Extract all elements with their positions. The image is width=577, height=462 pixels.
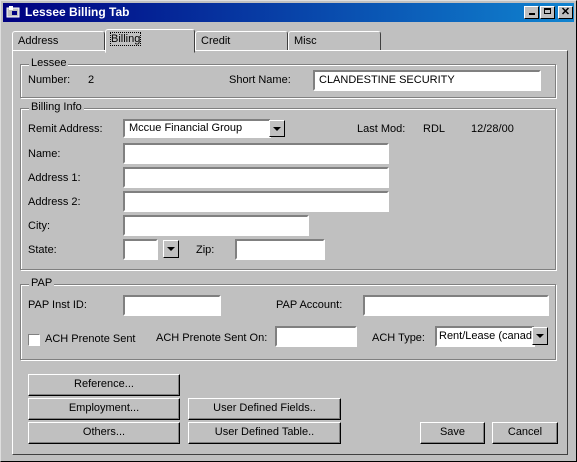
pap-account-field[interactable] xyxy=(363,295,549,316)
ach-prenote-on-label: ACH Prenote Sent On: xyxy=(156,332,268,344)
tab-billing[interactable]: Billing xyxy=(105,29,195,53)
zip-field[interactable] xyxy=(235,239,325,260)
others-button[interactable]: Others... xyxy=(28,422,180,444)
ach-type-dropdown-button[interactable] xyxy=(532,327,548,345)
title-bar: Lessee Billing Tab ✕ xyxy=(3,3,574,22)
state-dropdown-button[interactable] xyxy=(163,240,179,258)
last-mod-date: 12/28/00 xyxy=(471,123,514,135)
address2-label: Address 2: xyxy=(28,196,81,208)
name-field[interactable] xyxy=(123,143,389,164)
save-button[interactable]: Save xyxy=(420,422,485,444)
ach-prenote-label: ACH Prenote Sent xyxy=(45,333,136,345)
pap-inst-field[interactable] xyxy=(123,295,221,316)
pap-account-label: PAP Account: xyxy=(276,299,343,311)
tab-billing-label: Billing xyxy=(109,32,142,46)
state-label: State: xyxy=(28,244,57,256)
address2-field[interactable] xyxy=(123,191,389,212)
ach-type-label: ACH Type: xyxy=(372,332,425,344)
minimize-icon xyxy=(528,13,535,15)
name-label: Name: xyxy=(28,148,61,160)
remit-address-dropdown-button[interactable] xyxy=(269,120,285,137)
ach-prenote-on-field[interactable] xyxy=(275,326,357,347)
close-icon: ✕ xyxy=(560,6,571,18)
tab-misc[interactable]: Misc xyxy=(288,31,381,51)
ach-type-value: Rent/Lease (canad xyxy=(439,330,532,342)
user-defined-fields-button[interactable]: User Defined Fields.. xyxy=(188,398,341,420)
short-name-field[interactable]: CLANDESTINE SECURITY xyxy=(313,70,541,91)
zip-label: Zip: xyxy=(196,244,215,256)
employment-button[interactable]: Employment... xyxy=(28,398,180,420)
reference-button[interactable]: Reference... xyxy=(28,374,180,396)
remit-address-select[interactable]: Mccue Financial Group xyxy=(123,119,271,138)
address1-field[interactable] xyxy=(123,167,389,188)
tab-credit[interactable]: Credit xyxy=(195,31,288,51)
cancel-button-label: Cancel xyxy=(507,426,543,438)
address1-label: Address 1: xyxy=(28,172,81,184)
user-defined-table-button[interactable]: User Defined Table.. xyxy=(188,422,341,444)
state-field[interactable] xyxy=(123,239,158,260)
remit-address-value: Mccue Financial Group xyxy=(129,122,243,134)
last-mod-label: Last Mod: xyxy=(357,123,406,135)
remit-address-label: Remit Address: xyxy=(28,123,103,135)
maximize-icon xyxy=(544,8,551,14)
maximize-button[interactable] xyxy=(540,6,555,19)
save-button-label: Save xyxy=(439,426,466,438)
city-field[interactable] xyxy=(123,215,309,236)
pap-legend: PAP xyxy=(29,277,55,289)
billing-info-legend: Billing Info xyxy=(29,101,84,113)
others-button-label: Others... xyxy=(82,426,126,438)
number-value: 2 xyxy=(88,74,95,86)
last-mod-user: RDL xyxy=(423,123,446,135)
lessee-billing-window: Lessee Billing Tab ✕ Address Billing Cre… xyxy=(0,0,577,462)
ach-type-select[interactable]: Rent/Lease (canad xyxy=(435,326,535,347)
user-defined-table-label: User Defined Table.. xyxy=(214,426,315,438)
tab-credit-label: Credit xyxy=(201,35,231,47)
reference-button-label: Reference... xyxy=(74,378,134,390)
pap-inst-label: PAP Inst ID: xyxy=(28,299,87,311)
user-defined-fields-label: User Defined Fields.. xyxy=(213,402,316,414)
number-label: Number: xyxy=(28,74,71,86)
lessee-legend: Lessee xyxy=(29,57,69,69)
window-title: Lessee Billing Tab xyxy=(25,5,130,19)
minimize-button[interactable] xyxy=(524,6,539,19)
tab-address[interactable]: Address xyxy=(12,31,105,51)
city-label: City: xyxy=(28,220,50,232)
short-name-label: Short Name: xyxy=(229,74,291,86)
cancel-button[interactable]: Cancel xyxy=(492,422,558,444)
employment-button-label: Employment... xyxy=(68,402,140,414)
app-icon xyxy=(6,6,20,18)
tab-address-label: Address xyxy=(18,35,59,47)
tab-misc-label: Misc xyxy=(294,35,317,47)
ach-prenote-checkbox[interactable] xyxy=(28,334,40,346)
close-button[interactable]: ✕ xyxy=(558,6,573,19)
short-name-value: CLANDESTINE SECURITY xyxy=(319,74,455,86)
